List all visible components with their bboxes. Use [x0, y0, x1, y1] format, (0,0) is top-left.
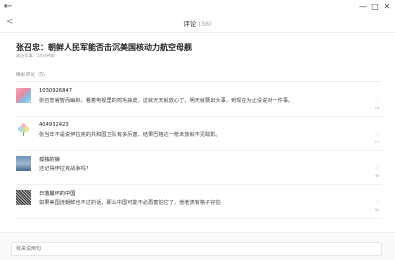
article-title[interactable]: 张召忠：朝鲜人民军能否击沉美国核动力航空母舰	[16, 42, 192, 53]
comment-username[interactable]: 孤独的狼	[39, 156, 60, 163]
article-time: 14分钟前	[36, 53, 55, 58]
page-title: 评论 (38)	[0, 18, 395, 28]
like-count: 34	[374, 208, 380, 212]
flower-avatar-icon	[17, 123, 30, 136]
window-back-icon[interactable]: ←	[2, 1, 14, 12]
comment-count: (38)	[198, 20, 212, 28]
comment-input-bar	[0, 232, 395, 260]
like-button[interactable]: ♡ 11	[374, 131, 380, 145]
comment-item[interactable]: 404932423 张当年不是说伊拉克的共和国卫队有多厉害，结果巴格达一枪未放就…	[16, 118, 382, 151]
avatar[interactable]	[16, 122, 31, 137]
page-header: < 评论 (38)	[0, 13, 395, 33]
comment-username[interactable]: 1030926847	[39, 88, 72, 94]
comment-username[interactable]: 404932423	[39, 122, 69, 128]
heart-icon: ♡	[374, 199, 380, 206]
section-divider	[16, 81, 381, 82]
title-bar: ← — □ ✕	[0, 0, 395, 13]
app-window: ← — □ ✕ < 评论 (38) 张召忠：朝鲜人民军能否击沉美国核动力航空母舰 …	[0, 0, 395, 260]
minimize-icon[interactable]: —	[357, 1, 369, 12]
heart-icon: ♡	[374, 97, 380, 104]
comment-text: 还记得伊拉克战争吗？	[39, 166, 91, 172]
like-count: 11	[374, 140, 380, 144]
featured-comments-label: 精彩评论（5）	[16, 73, 48, 78]
comment-input[interactable]	[11, 242, 382, 256]
heart-icon: ♡	[374, 165, 380, 172]
comment-item[interactable]: 孤独的狼 还记得伊拉克战争吗？ ♡ 46	[16, 152, 382, 185]
comment-text: 如果美国连朝鲜也不过的话，那么中国可能不必再害怕它了，他老虎有格子好怕	[39, 200, 221, 206]
article-meta: 政治军事 14分钟前	[16, 53, 55, 59]
maximize-icon[interactable]: □	[369, 1, 381, 12]
close-icon[interactable]: ✕	[381, 1, 393, 12]
avatar[interactable]	[16, 190, 31, 205]
comment-text: 张当年不是说伊拉克的共和国卫队有多厉害，结果巴格达一枪未放就不见踪影。	[39, 132, 221, 138]
heart-icon: ♡	[374, 131, 380, 138]
page-title-text: 评论	[183, 20, 197, 28]
avatar[interactable]	[16, 88, 31, 103]
like-button[interactable]: ♡ 34	[374, 199, 380, 213]
like-button[interactable]: ♡ 46	[374, 165, 380, 179]
comment-text: 张召忠睿智而幽默，看着电视里的鸡毛蒜皮，这就天天就放心了，明天就要出大事，到现在…	[39, 98, 294, 104]
like-count: 46	[374, 174, 380, 178]
avatar[interactable]	[16, 156, 31, 171]
like-count: 10	[374, 106, 380, 110]
article-source: 政治军事	[16, 53, 33, 58]
comment-item[interactable]: 1030926847 张召忠睿智而幽默，看着电视里的鸡毛蒜皮，这就天天就放心了，…	[16, 84, 382, 117]
comment-username[interactable]: 日落崩坏的中国	[39, 190, 75, 197]
comment-item[interactable]: 日落崩坏的中国 如果美国连朝鲜也不过的话，那么中国可能不必再害怕它了，他老虎有格…	[16, 186, 382, 219]
like-button[interactable]: ♡ 10	[374, 97, 380, 111]
